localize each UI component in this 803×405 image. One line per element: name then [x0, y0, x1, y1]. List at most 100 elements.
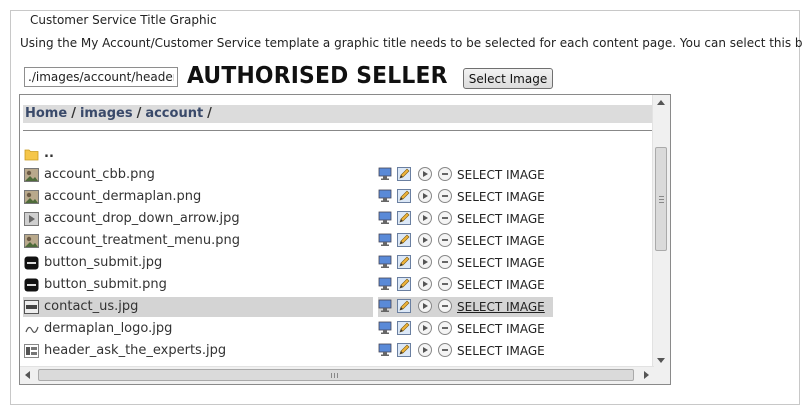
file-name[interactable]: header_ask_the_experts.jpg [44, 343, 226, 358]
scroll-down-arrow-icon[interactable] [657, 358, 665, 363]
select-image-link[interactable]: SELECT IMAGE [457, 322, 545, 336]
file-actions-cell: SELECT IMAGE [378, 209, 553, 229]
preview-monitor-icon[interactable] [378, 255, 392, 269]
play-icon[interactable] [418, 343, 432, 357]
remove-icon[interactable] [438, 321, 452, 335]
preview-monitor-icon[interactable] [378, 189, 392, 203]
image-browser: Home / images / account / .. account_cbb.png S… [19, 94, 671, 385]
preview-monitor-icon[interactable] [378, 321, 392, 335]
vertical-scroll-thumb[interactable] [655, 147, 667, 251]
select-image-link[interactable]: SELECT IMAGE [457, 234, 545, 248]
edit-icon[interactable] [397, 299, 411, 313]
select-image-link[interactable]: SELECT IMAGE [457, 278, 545, 292]
file-name[interactable]: button_submit.png [44, 277, 167, 292]
parent-directory-label[interactable]: .. [44, 146, 54, 161]
select-image-button[interactable]: Select Image [463, 68, 553, 89]
remove-icon[interactable] [438, 167, 452, 181]
vertical-scrollbar[interactable] [652, 95, 670, 368]
scroll-right-arrow-icon[interactable] [644, 371, 649, 379]
preview-monitor-icon[interactable] [378, 211, 392, 225]
preview-monitor-icon[interactable] [378, 233, 392, 247]
file-name[interactable]: account_dermaplan.png [44, 189, 201, 204]
scroll-up-arrow-icon[interactable] [657, 100, 665, 105]
photo-thumb-icon [24, 190, 39, 204]
preview-monitor-icon[interactable] [378, 343, 392, 357]
edit-icon[interactable] [397, 277, 411, 291]
file-name[interactable]: dermaplan_logo.jpg [44, 321, 172, 336]
parent-directory-row[interactable]: .. [23, 144, 653, 164]
breadcrumb-home[interactable]: Home [25, 106, 67, 121]
remove-icon[interactable] [438, 343, 452, 357]
file-name[interactable]: account_cbb.png [44, 167, 155, 182]
horizontal-scrollbar[interactable] [20, 366, 654, 384]
select-image-link[interactable]: SELECT IMAGE [457, 190, 545, 204]
file-name-cell: dermaplan_logo.jpg [23, 319, 373, 339]
play-icon[interactable] [418, 211, 432, 225]
breadcrumb-images[interactable]: images [80, 106, 133, 121]
select-image-link[interactable]: SELECT IMAGE [457, 344, 545, 358]
image-path-input[interactable] [24, 67, 178, 87]
text-thumb-icon [24, 300, 39, 314]
play-icon[interactable] [418, 277, 432, 291]
preview-monitor-icon[interactable] [378, 299, 392, 313]
breadcrumb-account[interactable]: account [145, 106, 203, 121]
scrollbar-corner [653, 367, 670, 384]
file-row[interactable]: account_dermaplan.png SELECT IMAGE [23, 187, 653, 207]
edit-icon[interactable] [397, 255, 411, 269]
file-row[interactable]: dermaplan_logo.jpg SELECT IMAGE [23, 319, 653, 339]
breadcrumb-separator: / [71, 106, 76, 121]
play-icon[interactable] [418, 167, 432, 181]
preview-monitor-icon[interactable] [378, 167, 392, 181]
remove-icon[interactable] [438, 211, 452, 225]
file-row[interactable]: button_submit.png SELECT IMAGE [23, 275, 653, 295]
edit-icon[interactable] [397, 189, 411, 203]
section-description: Using the My Account/Customer Service te… [20, 36, 803, 50]
select-image-link[interactable]: SELECT IMAGE [457, 168, 545, 182]
file-row[interactable]: account_drop_down_arrow.jpg SELECT IMAGE [23, 209, 653, 229]
file-name-cell: account_cbb.png [23, 165, 373, 185]
file-row[interactable]: header_ask_the_experts.jpg SELECT IMAGE [23, 341, 653, 361]
grip-line [337, 373, 338, 378]
file-name[interactable]: contact_us.jpg [44, 299, 138, 314]
file-row[interactable]: account_treatment_menu.png SELECT IMAGE [23, 231, 653, 251]
select-image-link[interactable]: SELECT IMAGE [457, 212, 545, 226]
file-name[interactable]: account_drop_down_arrow.jpg [44, 211, 240, 226]
file-name-cell: header_ask_the_experts.jpg [23, 341, 373, 361]
file-name-cell: button_submit.jpg [23, 253, 373, 273]
edit-icon[interactable] [397, 167, 411, 181]
file-name[interactable]: account_treatment_menu.png [44, 233, 240, 248]
select-image-link[interactable]: SELECT IMAGE [457, 300, 545, 314]
fieldset-legend: Customer Service Title Graphic [27, 13, 220, 27]
play-icon[interactable] [418, 189, 432, 203]
edit-icon[interactable] [397, 233, 411, 247]
file-name[interactable]: button_submit.jpg [44, 255, 162, 270]
file-name-cell: account_dermaplan.png [23, 187, 373, 207]
edit-icon[interactable] [397, 321, 411, 335]
parent-directory-cell: .. [23, 144, 373, 164]
file-row[interactable]: contact_us.jpg SELECT IMAGE [23, 297, 653, 317]
play-icon[interactable] [418, 233, 432, 247]
select-image-link[interactable]: SELECT IMAGE [457, 256, 545, 270]
remove-icon[interactable] [438, 255, 452, 269]
grip-line [334, 373, 335, 378]
scroll-left-arrow-icon[interactable] [25, 371, 30, 379]
preview-monitor-icon[interactable] [378, 277, 392, 291]
file-row[interactable]: button_submit.jpg SELECT IMAGE [23, 253, 653, 273]
file-actions-cell: SELECT IMAGE [378, 253, 553, 273]
file-name-cell: account_treatment_menu.png [23, 231, 373, 251]
grip-line [659, 196, 664, 197]
remove-icon[interactable] [438, 277, 452, 291]
remove-icon[interactable] [438, 233, 452, 247]
remove-icon[interactable] [438, 299, 452, 313]
horizontal-scroll-thumb[interactable] [38, 369, 634, 381]
file-actions-cell: SELECT IMAGE [378, 297, 553, 317]
file-row[interactable]: account_cbb.png SELECT IMAGE [23, 165, 653, 185]
edit-icon[interactable] [397, 343, 411, 357]
edit-icon[interactable] [397, 211, 411, 225]
arrow-thumb-icon [24, 212, 39, 226]
grip-line [659, 199, 664, 200]
play-icon[interactable] [418, 321, 432, 335]
play-icon[interactable] [418, 299, 432, 313]
play-icon[interactable] [418, 255, 432, 269]
remove-icon[interactable] [438, 189, 452, 203]
